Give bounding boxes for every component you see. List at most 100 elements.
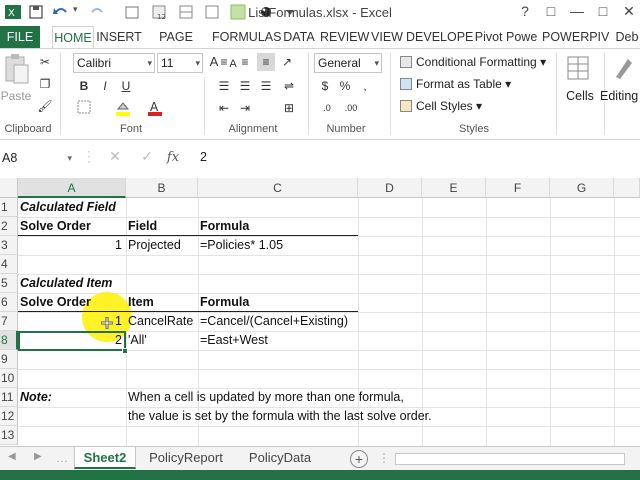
decrease-indent-icon[interactable]: ⇤: [215, 99, 233, 117]
insert-function-icon[interactable]: fx: [164, 148, 182, 165]
tab-home[interactable]: HOME: [52, 26, 94, 48]
row-header-9[interactable]: 9: [0, 350, 18, 369]
tab-data[interactable]: DATA: [280, 26, 318, 48]
cell-a2[interactable]: Solve Order: [18, 217, 126, 236]
sheet-nav-next-icon[interactable]: ▶: [34, 451, 42, 462]
help-icon[interactable]: ?: [514, 3, 536, 19]
cell-b7[interactable]: CancelRate: [126, 312, 198, 331]
minimize-icon[interactable]: —: [566, 3, 588, 19]
align-right-icon[interactable]: ☰: [257, 77, 275, 95]
row-header-6[interactable]: 6: [0, 293, 18, 312]
copy-icon[interactable]: ❐: [36, 75, 54, 93]
cell-b8[interactable]: 'All': [126, 331, 198, 350]
align-center-icon[interactable]: ☰: [236, 77, 254, 95]
close-icon[interactable]: ✕: [618, 3, 640, 20]
cell-a6[interactable]: Solve Order: [18, 293, 126, 312]
select-all-corner[interactable]: [0, 178, 18, 198]
column-header-c[interactable]: C: [198, 178, 358, 198]
cell-a3[interactable]: 1: [18, 236, 126, 255]
row-header-8[interactable]: 8: [0, 331, 18, 350]
tab-debug[interactable]: Deb: [612, 26, 640, 48]
format-as-table-button[interactable]: Format as Table ▾: [400, 75, 511, 93]
worksheet-grid[interactable]: A B C D E F G 1 2 3 4 5 6 7 8 9 10 11 12…: [0, 178, 640, 446]
row-header-5[interactable]: 5: [0, 274, 18, 293]
row-header-3[interactable]: 3: [0, 236, 18, 255]
sheet-tab-sheet2[interactable]: Sheet2: [74, 447, 136, 469]
decrease-decimal-icon[interactable]: .00: [342, 99, 360, 117]
tab-insert[interactable]: INSERT: [96, 26, 142, 48]
borders-icon[interactable]: [75, 99, 93, 117]
font-color-icon[interactable]: A: [146, 99, 164, 117]
font-size-select[interactable]: 11 ▾: [157, 53, 203, 73]
column-header-a[interactable]: A: [18, 178, 126, 198]
enter-icon[interactable]: ✓: [138, 148, 156, 165]
italic-icon[interactable]: I: [96, 77, 114, 95]
tab-file[interactable]: FILE: [0, 26, 40, 48]
formula-input[interactable]: 2: [200, 150, 207, 164]
sheet-tab-policydata[interactable]: PolicyData: [238, 447, 322, 469]
add-sheet-button[interactable]: +: [350, 450, 368, 468]
align-left-icon[interactable]: ☰: [215, 77, 233, 95]
tab-powerpivot[interactable]: POWERPIV: [542, 26, 609, 48]
maximize-icon[interactable]: □: [592, 3, 614, 19]
tab-review[interactable]: REVIEW: [320, 26, 369, 48]
tab-page-layout[interactable]: PAGE LAYO: [142, 26, 210, 66]
align-middle-icon[interactable]: ≡: [236, 53, 254, 71]
align-top-icon[interactable]: ≡: [215, 53, 233, 71]
percent-icon[interactable]: %: [336, 77, 354, 95]
row-header-10[interactable]: 10: [0, 369, 18, 388]
cell-b3[interactable]: Projected: [126, 236, 198, 255]
editing-icon[interactable]: [612, 55, 636, 81]
cell-b11[interactable]: When a cell is updated by more than one …: [126, 388, 526, 407]
tab-formulas[interactable]: FORMULAS: [212, 26, 281, 48]
row-header-12[interactable]: 12: [0, 407, 18, 426]
underline-icon[interactable]: U: [117, 77, 135, 95]
cell-c3[interactable]: =Policies* 1.05: [198, 236, 358, 255]
column-header-e[interactable]: E: [422, 178, 486, 198]
tab-pivot-power[interactable]: Pivot Powe: [474, 26, 538, 48]
cell-a11[interactable]: Note:: [18, 388, 126, 407]
ribbon-display-icon[interactable]: □: [540, 3, 562, 19]
increase-decimal-icon[interactable]: .0: [318, 99, 336, 117]
sheet-tab-policyreport[interactable]: PolicyReport: [140, 447, 232, 469]
column-header-b[interactable]: B: [126, 178, 198, 198]
scroll-divider-icon[interactable]: ⋮: [378, 451, 390, 465]
horizontal-scrollbar[interactable]: [395, 453, 625, 465]
row-header-1[interactable]: 1: [0, 198, 18, 217]
cells-icon[interactable]: [566, 55, 590, 81]
cell-a5[interactable]: Calculated Item: [18, 274, 218, 293]
column-header-d[interactable]: D: [358, 178, 422, 198]
font-name-select[interactable]: Calibri ▾: [73, 53, 155, 73]
wrap-text-icon[interactable]: ⇌: [280, 77, 298, 95]
cell-b2[interactable]: Field: [126, 217, 198, 236]
column-header-g[interactable]: G: [550, 178, 614, 198]
column-header-f[interactable]: F: [486, 178, 550, 198]
cell-b12[interactable]: the value is set by the formula with the…: [126, 407, 526, 426]
tab-developer[interactable]: DEVELOPE: [406, 26, 473, 48]
drag-handle-icon[interactable]: ⋮: [80, 148, 98, 165]
number-format-select[interactable]: General ▾: [314, 53, 382, 73]
name-box[interactable]: A8 ▾: [0, 146, 76, 170]
more-sheets-icon[interactable]: …: [56, 451, 68, 465]
cell-c7[interactable]: =Cancel/(Cancel+Existing): [198, 312, 368, 331]
row-header-2[interactable]: 2: [0, 217, 18, 236]
cell-c2[interactable]: Formula: [198, 217, 358, 236]
cell-styles-button[interactable]: Cell Styles ▾: [400, 97, 482, 115]
paste-button[interactable]: Paste: [0, 89, 32, 103]
conditional-formatting-button[interactable]: Conditional Formatting ▾: [400, 53, 546, 71]
merge-center-icon[interactable]: ⊞: [280, 99, 298, 117]
fill-color-icon[interactable]: [114, 99, 132, 117]
sheet-nav-prev-icon[interactable]: ◀: [8, 451, 16, 462]
cancel-icon[interactable]: ✕: [106, 148, 124, 165]
comma-icon[interactable]: ,: [356, 77, 374, 95]
row-header-4[interactable]: 4: [0, 255, 18, 274]
cells-button[interactable]: Cells: [560, 89, 600, 103]
orientation-icon[interactable]: ↗: [278, 53, 296, 71]
row-header-7[interactable]: 7: [0, 312, 18, 331]
cut-icon[interactable]: ✂: [36, 53, 54, 71]
paste-icon[interactable]: [2, 53, 30, 87]
cell-c6[interactable]: Formula: [198, 293, 358, 312]
editing-button[interactable]: Editing: [600, 89, 640, 103]
currency-icon[interactable]: $: [316, 77, 334, 95]
cell-c8[interactable]: =East+West: [198, 331, 358, 350]
